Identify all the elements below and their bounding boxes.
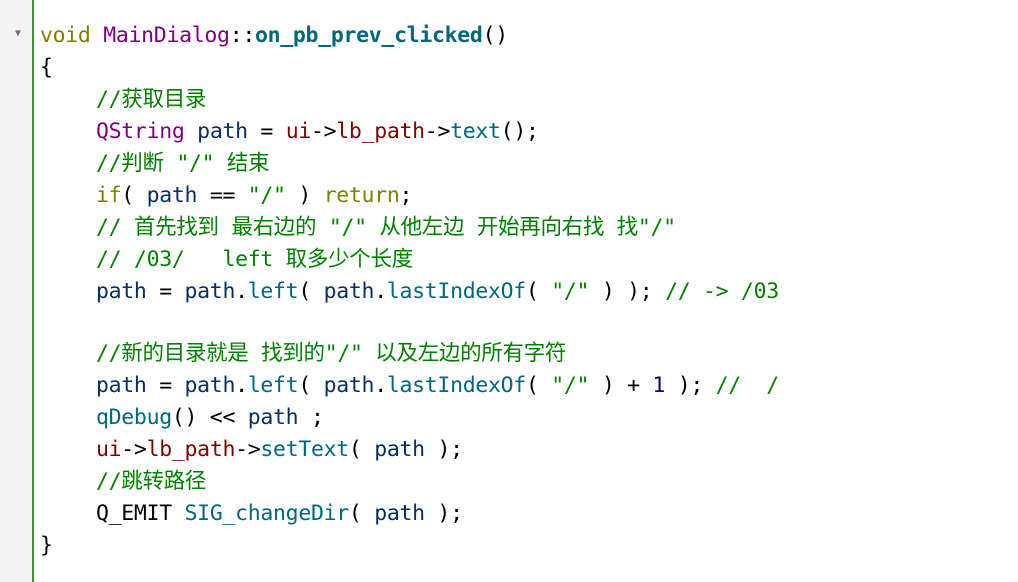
token-punct: ( xyxy=(348,501,375,526)
token-punct: ); xyxy=(665,373,716,398)
token-brace: } xyxy=(40,533,53,558)
token-punct: ( xyxy=(348,437,375,462)
token-function: SIG_changeDir xyxy=(184,501,350,526)
chevron-down-icon[interactable]: ▼ xyxy=(12,27,24,39)
code-line-14: //跳转路径 xyxy=(40,466,1018,498)
token-punct: ; xyxy=(399,183,413,208)
token-dot: . xyxy=(374,279,387,304)
token-operator: = xyxy=(146,373,185,398)
code-line-3: //获取目录 xyxy=(40,84,1018,116)
token-function: lastIndexOf xyxy=(386,373,526,398)
token-macro: Q_EMIT xyxy=(96,501,172,526)
token-punct: ; xyxy=(298,405,324,430)
token-keyword: void xyxy=(40,23,91,48)
token-variable: path xyxy=(374,437,425,462)
code-line-4: QString path = ui->lb_path->text(); xyxy=(40,116,1018,148)
token-string: "/" xyxy=(551,279,590,304)
token-variable: path xyxy=(247,405,299,430)
code-editor[interactable]: ▼ void MainDialog::on_pb_prev_clicked() … xyxy=(0,0,1018,582)
token-dot: . xyxy=(235,279,248,304)
code-line-16: } xyxy=(40,530,1018,562)
token-keyword: return xyxy=(323,183,400,208)
token-variable: path xyxy=(374,501,425,526)
token-punct: ) xyxy=(285,183,324,208)
code-line-5: //判断 "/" 结束 xyxy=(40,148,1018,180)
token-function: left xyxy=(247,373,299,398)
code-line-11: path = path.left( path.lastIndexOf( "/" … xyxy=(40,370,1018,402)
token-function: setText xyxy=(260,437,349,462)
token-comment: //新的目录就是 找到的"/" 以及左边的所有字符 xyxy=(96,341,567,366)
editor-gutter: ▼ xyxy=(0,0,34,582)
code-line-12: qDebug() << path ; xyxy=(40,402,1018,434)
code-line-13: ui->lb_path->setText( path ); xyxy=(40,434,1018,466)
token-arrow: -> xyxy=(121,437,147,462)
code-line-2: { xyxy=(40,52,1018,84)
token-function: left xyxy=(247,279,299,304)
token-punct: ( xyxy=(298,373,324,398)
code-area[interactable]: void MainDialog::on_pb_prev_clicked() { … xyxy=(40,20,1018,562)
code-line-6: if( path == "/" ) return; xyxy=(40,180,1018,212)
code-line-8: // /03/ left 取多少个长度 xyxy=(40,244,1018,276)
token-variable: path xyxy=(146,183,198,208)
token-variable: path xyxy=(323,373,375,398)
code-line-1: void MainDialog::on_pb_prev_clicked() xyxy=(40,20,1018,52)
token-arrow: -> xyxy=(424,119,451,144)
token-brace: { xyxy=(40,55,53,80)
code-line-9: path = path.left( path.lastIndexOf( "/" … xyxy=(40,276,1018,308)
token-punct: ( xyxy=(121,183,147,208)
token-punct: ( xyxy=(525,279,552,304)
token-type: QString xyxy=(96,119,185,144)
token-punct: ) ); xyxy=(589,279,666,304)
token-function: lastIndexOf xyxy=(386,279,526,304)
token-comment: // / xyxy=(715,373,780,398)
token-arrow: -> xyxy=(235,437,261,462)
token-comment: // -> /03 xyxy=(665,279,779,304)
token-parens: () xyxy=(482,23,509,48)
token-variable: path xyxy=(184,279,236,304)
token-operator: == xyxy=(197,183,248,208)
code-line-10: //新的目录就是 找到的"/" 以及左边的所有字符 xyxy=(40,338,1018,370)
token-scope: :: xyxy=(229,23,256,48)
token-dot: . xyxy=(235,373,248,398)
token-punct: ) + xyxy=(589,373,653,398)
token-arrow: -> xyxy=(310,119,337,144)
token-operator: = xyxy=(146,279,185,304)
token-comment: //跳转路径 xyxy=(96,469,207,494)
code-line-15: Q_EMIT SIG_changeDir( path ); xyxy=(40,498,1018,530)
token-member: lb_path xyxy=(336,119,425,144)
token-class: MainDialog xyxy=(103,23,230,48)
token-punct: () << xyxy=(171,405,248,430)
token-operator: = xyxy=(247,119,286,144)
token-comment: //获取目录 xyxy=(96,87,207,112)
token-member: lb_path xyxy=(146,437,236,462)
token-punct: (); xyxy=(500,119,539,144)
token-variable: path xyxy=(96,279,147,304)
token-function: text xyxy=(450,119,501,144)
token-number: 1 xyxy=(652,373,666,398)
token-variable: path xyxy=(96,373,147,398)
token-dot: . xyxy=(374,373,387,398)
token-comment: //判断 "/" 结束 xyxy=(96,151,270,176)
token-string: "/" xyxy=(247,183,286,208)
token-variable: path xyxy=(323,279,375,304)
token-punct: ( xyxy=(525,373,552,398)
token-function: on_pb_prev_clicked xyxy=(254,23,483,48)
token-string: "/" xyxy=(551,373,590,398)
token-comment: // /03/ left 取多少个长度 xyxy=(96,247,413,272)
token-variable: path xyxy=(184,373,236,398)
token-member: ui xyxy=(285,119,312,144)
code-line-7: // 首先找到 最右边的 "/" 从他左边 开始再向右找 找"/" xyxy=(40,212,1018,244)
token-punct: ); xyxy=(424,501,463,526)
token-keyword: if xyxy=(96,183,122,208)
token-punct: ); xyxy=(424,437,463,462)
token-comment: // 首先找到 最右边的 "/" 从他左边 开始再向右找 找"/" xyxy=(96,215,676,240)
token-member: ui xyxy=(96,437,122,462)
token-variable: path xyxy=(197,119,248,144)
token-punct: ( xyxy=(298,279,324,304)
token-function: qDebug xyxy=(96,405,172,430)
